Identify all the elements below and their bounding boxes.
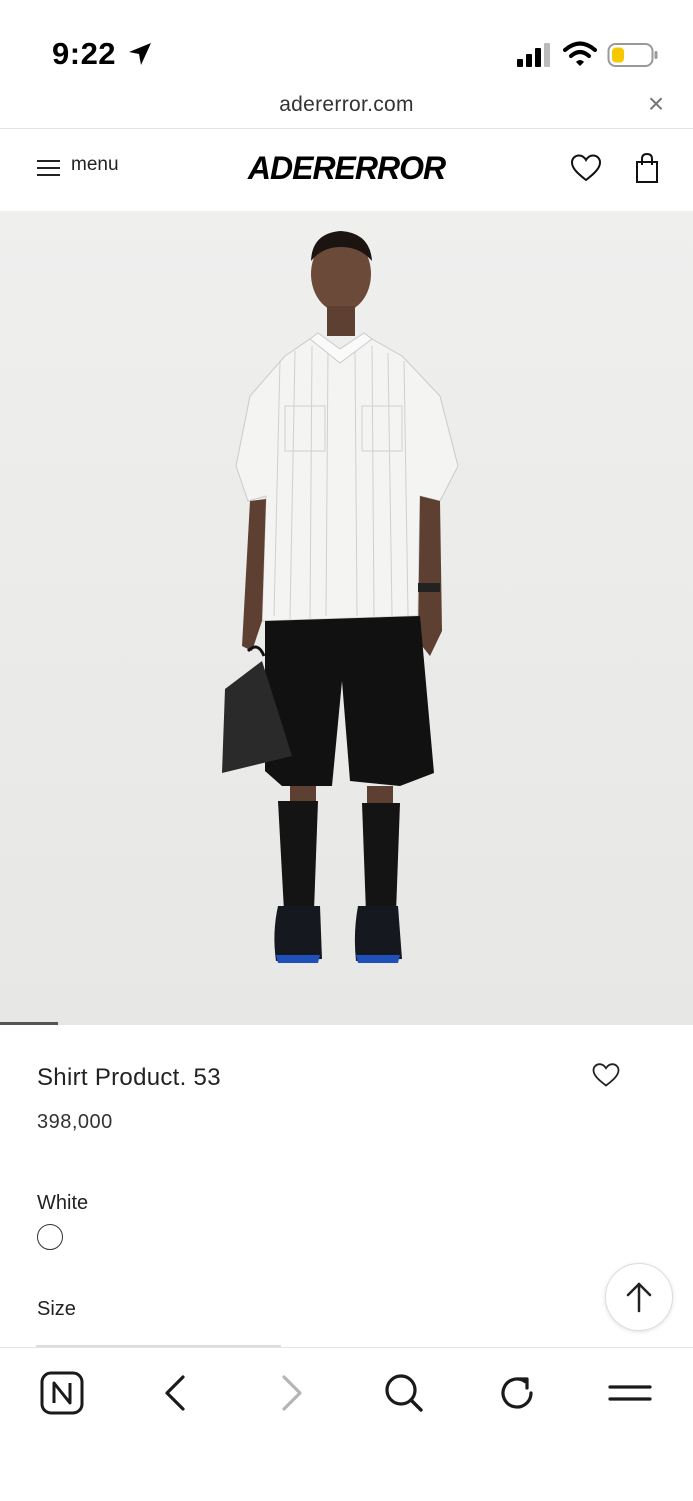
url-bar[interactable]: adererror.com <box>0 93 693 117</box>
cellular-signal-icon <box>517 43 550 67</box>
forward-arrow-icon[interactable] <box>268 1370 314 1416</box>
product-price: 398,000 <box>37 1111 113 1133</box>
wifi-icon <box>563 41 597 66</box>
url-bar-divider <box>0 128 693 129</box>
wishlist-heart-icon[interactable] <box>570 153 602 183</box>
location-arrow-icon <box>129 43 151 65</box>
model-photo-illustration <box>0 211 693 1025</box>
refresh-icon[interactable] <box>494 1370 540 1416</box>
selected-color-label: White <box>37 1192 89 1214</box>
back-arrow-icon[interactable] <box>153 1370 199 1416</box>
search-icon[interactable] <box>381 1370 427 1416</box>
size-label: Size <box>37 1298 76 1320</box>
image-slide-indicator <box>0 1022 58 1025</box>
close-url-button[interactable]: × <box>642 90 670 118</box>
product-name: Shirt Product. 53 <box>37 1064 221 1091</box>
status-time: 9:22 <box>52 36 117 71</box>
more-menu-icon[interactable] <box>607 1370 653 1416</box>
naver-home-icon[interactable] <box>39 1370 85 1416</box>
arrow-up-icon <box>626 1282 652 1313</box>
add-to-wishlist-heart-icon[interactable] <box>591 1062 621 1088</box>
shopping-bag-icon[interactable] <box>634 152 660 184</box>
browser-bottom-bar <box>0 1347 693 1501</box>
color-swatch-white[interactable] <box>37 1224 63 1250</box>
battery-icon <box>607 43 658 67</box>
scroll-to-top-button[interactable] <box>605 1263 673 1331</box>
product-image[interactable] <box>0 211 693 1025</box>
